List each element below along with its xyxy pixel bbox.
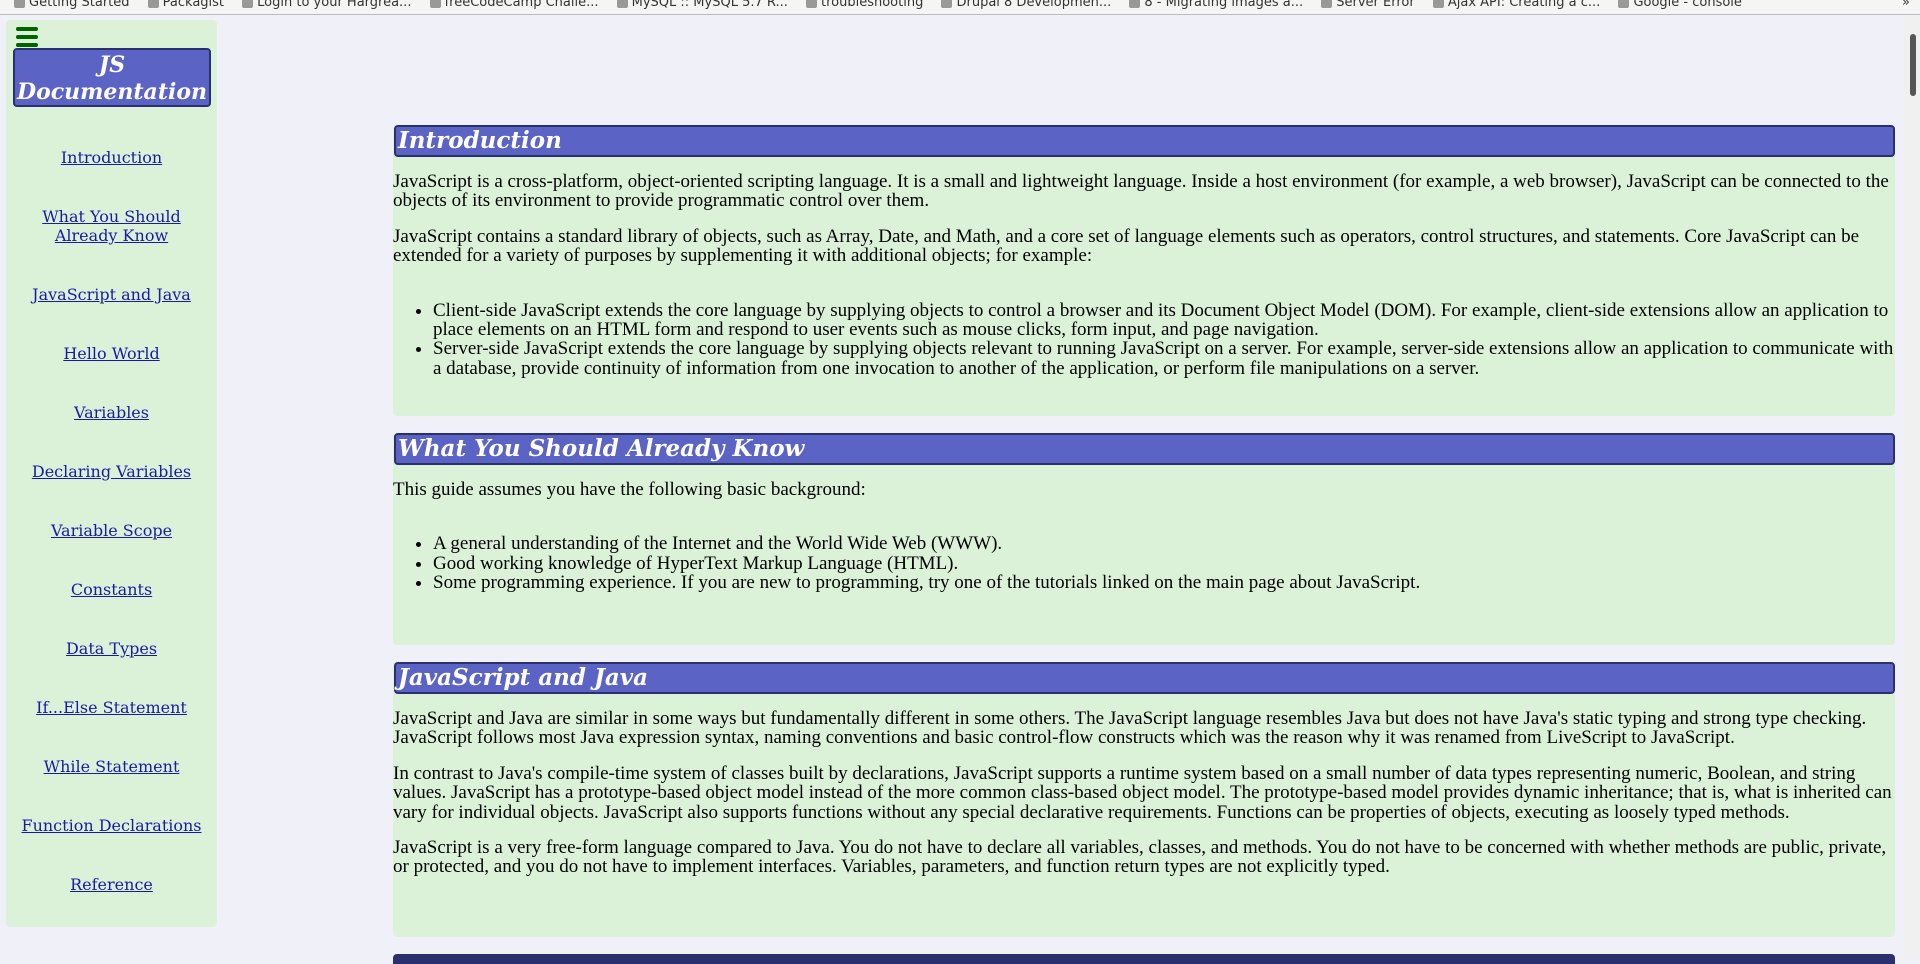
sidebar-title: JS Documentation <box>13 48 211 107</box>
bookmarks-bar: Getting Started Packagist Login to your … <box>0 0 1920 15</box>
bookmark[interactable]: Packagist <box>147 0 225 10</box>
bookmark-label: Login to your Hargrea... <box>257 0 412 10</box>
bookmark-label: Packagist <box>162 0 225 10</box>
list-item: Client-side JavaScript extends the core … <box>433 300 1895 340</box>
bookmark[interactable]: troubleshooting <box>805 0 924 10</box>
list-item: Server-side JavaScript extends the core … <box>433 339 1895 378</box>
bookmark-label: Drupal 8 Developmen... <box>956 0 1112 10</box>
nav-link-reference[interactable]: Reference <box>17 875 207 894</box>
bookmark-favicon-icon <box>1432 0 1444 8</box>
bookmark[interactable]: MySQL :: MySQL 5.7 R... <box>616 0 788 10</box>
bookmark-label: Ajax API: Creating a c... <box>1447 0 1601 10</box>
sidebar: JS Documentation Introduction What You S… <box>6 20 217 927</box>
bookmark[interactable]: Ajax API: Creating a c... <box>1432 0 1601 10</box>
paragraph: This guide assumes you have the followin… <box>393 479 866 500</box>
bookmark-favicon-icon <box>1321 0 1333 8</box>
list-item: Good working knowledge of HyperText Mark… <box>433 553 1895 573</box>
bookmark[interactable]: Google - console <box>1618 0 1742 10</box>
nav-link-data-types[interactable]: Data Types <box>17 639 207 658</box>
bookmark[interactable]: Drupal 8 Developmen... <box>941 0 1111 10</box>
paragraph: JavaScript is a cross-platform, object-o… <box>393 171 1889 212</box>
bookmark[interactable]: freeCodeCamp Challe... <box>429 0 599 10</box>
bookmark[interactable]: Server Error <box>1321 0 1415 10</box>
nav-link-function-declarations[interactable]: Function Declarations <box>17 816 207 835</box>
section-heading: What You Should Already Know <box>394 433 1895 465</box>
title-line: JS <box>98 52 126 78</box>
bookmark[interactable]: Login to your Hargrea... <box>242 0 411 10</box>
bookmark-favicon-icon <box>805 0 817 8</box>
section-introduction: Introduction JavaScript is a cross-platf… <box>393 125 1895 416</box>
list-item: Some programming experience. If you are … <box>433 573 1895 593</box>
bookmark-favicon-icon <box>147 0 159 8</box>
paragraph: In contrast to Java's compile-time syste… <box>393 762 1892 823</box>
list-item: A general understanding of the Internet … <box>433 534 1895 554</box>
bookmark-label: 8 - Migrating images a... <box>1144 0 1304 10</box>
nav-link-variables[interactable]: Variables <box>17 403 207 422</box>
bookmark-label: MySQL :: MySQL 5.7 R... <box>631 0 788 10</box>
bookmark-favicon-icon <box>941 0 953 8</box>
section-heading: JavaScript and Java <box>394 662 1895 694</box>
hamburger-menu-icon[interactable] <box>16 27 38 47</box>
nav-link-hello-world[interactable]: Hello World <box>17 344 207 363</box>
nav-link-if-else-statement[interactable]: If...Else Statement <box>17 698 207 717</box>
bookmark[interactable]: Getting Started <box>14 0 130 10</box>
nav-link-constants[interactable]: Constants <box>17 580 207 599</box>
next-section-heading-edge <box>393 954 1895 964</box>
title-line: Documentation <box>16 79 208 105</box>
bookmark-label: troubleshooting <box>820 0 924 10</box>
bookmark-favicon-icon <box>1618 0 1630 8</box>
bookmark[interactable]: 8 - Migrating images a... <box>1129 0 1303 10</box>
bookmark-favicon-icon <box>242 0 254 8</box>
bookmark-favicon-icon <box>1129 0 1141 8</box>
section-heading: Introduction <box>394 125 1895 157</box>
paragraph: JavaScript contains a standard library o… <box>393 225 1860 267</box>
nav-link-while-statement[interactable]: While Statement <box>17 757 207 776</box>
bullet-list: A general understanding of the Internet … <box>433 534 1895 593</box>
nav-link-javascript-and-java[interactable]: JavaScript and Java <box>17 285 207 304</box>
page-scrollbar[interactable] <box>1904 16 1920 959</box>
bookmark-label: Google - console <box>1633 0 1742 10</box>
nav-link-what-you-should-already-know[interactable]: What You Should Already Know <box>37 207 187 245</box>
section-what-you-should-already-know: What You Should Already Know This guide … <box>393 433 1895 645</box>
scrollbar-thumb[interactable] <box>1910 34 1916 96</box>
main-content: Introduction JavaScript is a cross-platf… <box>393 125 1895 964</box>
bookmark-label: Getting Started <box>29 0 130 10</box>
nav-link-introduction[interactable]: Introduction <box>17 148 207 167</box>
nav-links: Introduction What You Should Already Kno… <box>6 148 217 934</box>
section-javascript-and-java: JavaScript and Java JavaScript and Java … <box>393 662 1895 937</box>
bullet-list: Client-side JavaScript extends the core … <box>433 300 1895 379</box>
bookmark-favicon-icon <box>14 0 25 8</box>
more-bookmarks-chevron-icon[interactable]: » <box>1902 0 1910 10</box>
bookmark-favicon-icon <box>429 0 441 8</box>
nav-link-variable-scope[interactable]: Variable Scope <box>17 521 207 540</box>
paragraph: JavaScript is a very free-form language … <box>393 837 1887 878</box>
bookmark-favicon-icon <box>616 0 628 8</box>
paragraph: JavaScript and Java are similar in some … <box>393 708 1867 749</box>
nav-link-declaring-variables[interactable]: Declaring Variables <box>17 462 207 481</box>
bookmark-label: Server Error <box>1336 0 1415 10</box>
bookmark-label: freeCodeCamp Challe... <box>444 0 599 10</box>
